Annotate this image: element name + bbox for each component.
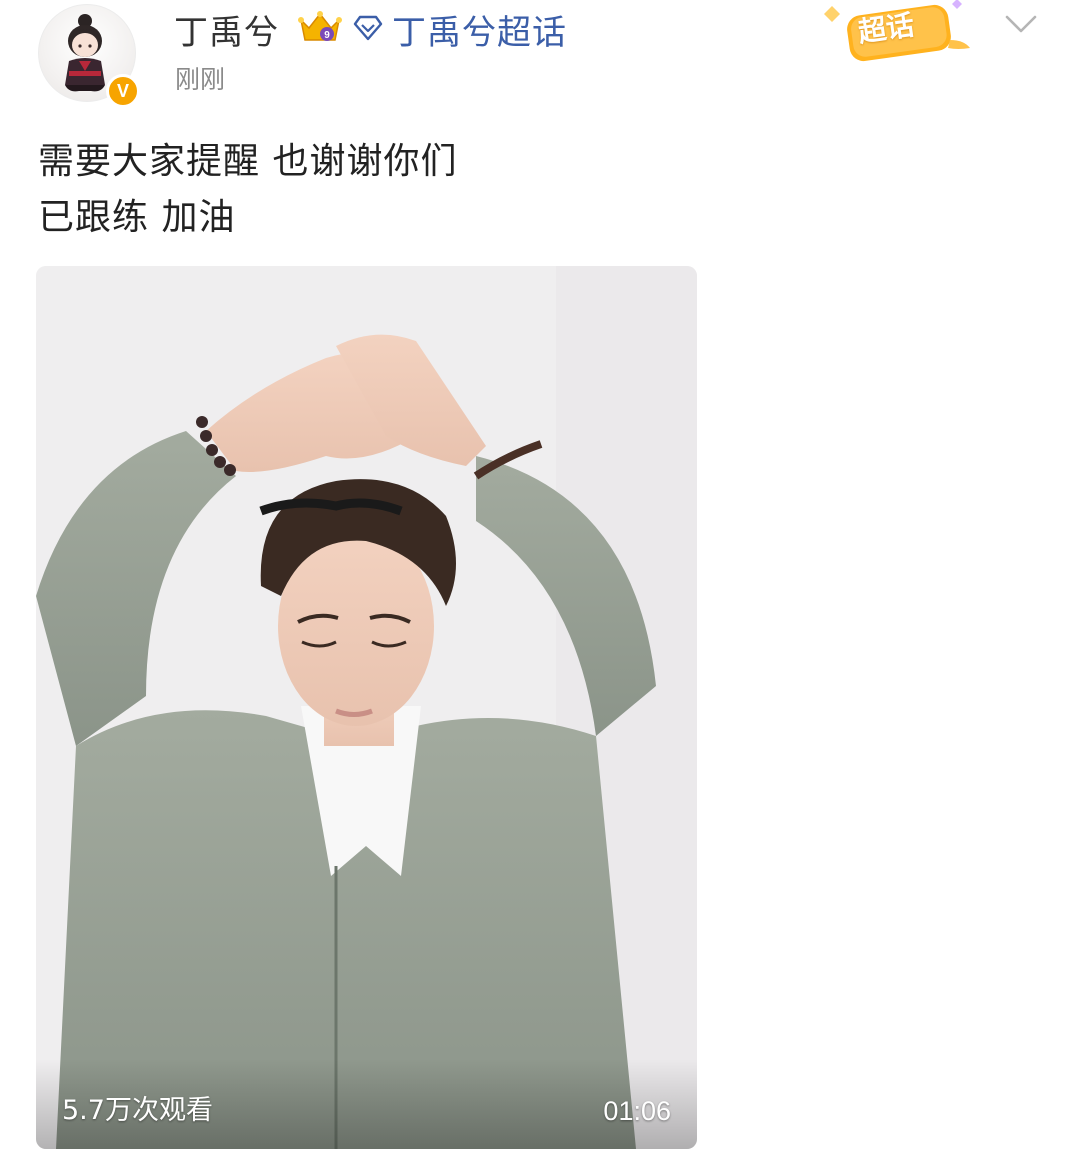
crown-level-icon: 9 [298,11,342,41]
video-view-count: 5.7万次观看 [62,1095,213,1126]
diamond-icon [353,15,383,41]
video-player[interactable]: 5.7万次观看 01:06 [36,266,697,1149]
chevron-down-icon[interactable] [1003,12,1039,36]
verified-badge-icon: V [106,74,140,108]
supertopic-link[interactable]: 丁禹兮超话 [392,5,567,54]
svg-text:9: 9 [324,30,330,41]
post-text: 需要大家提醒 也谢谢你们 已跟练 加油 [38,134,457,246]
video-thumbnail [36,266,697,1149]
video-duration: 01:06 [603,1096,671,1126]
chaohua-badge-label: 超话 [856,8,917,49]
post-text-line: 需要大家提醒 也谢谢你们 [38,141,458,182]
post-text-line: 已跟练 加油 [38,197,236,238]
weibo-post: V 丁禹兮 9 丁禹兮超话 刚刚 超话 需要大家提醒 也谢谢你们 已跟练 加油 [0,0,1070,1161]
author-name[interactable]: 丁禹兮 [174,5,279,54]
post-timestamp: 刚刚 [175,65,226,94]
author-avatar[interactable]: V [38,4,140,108]
